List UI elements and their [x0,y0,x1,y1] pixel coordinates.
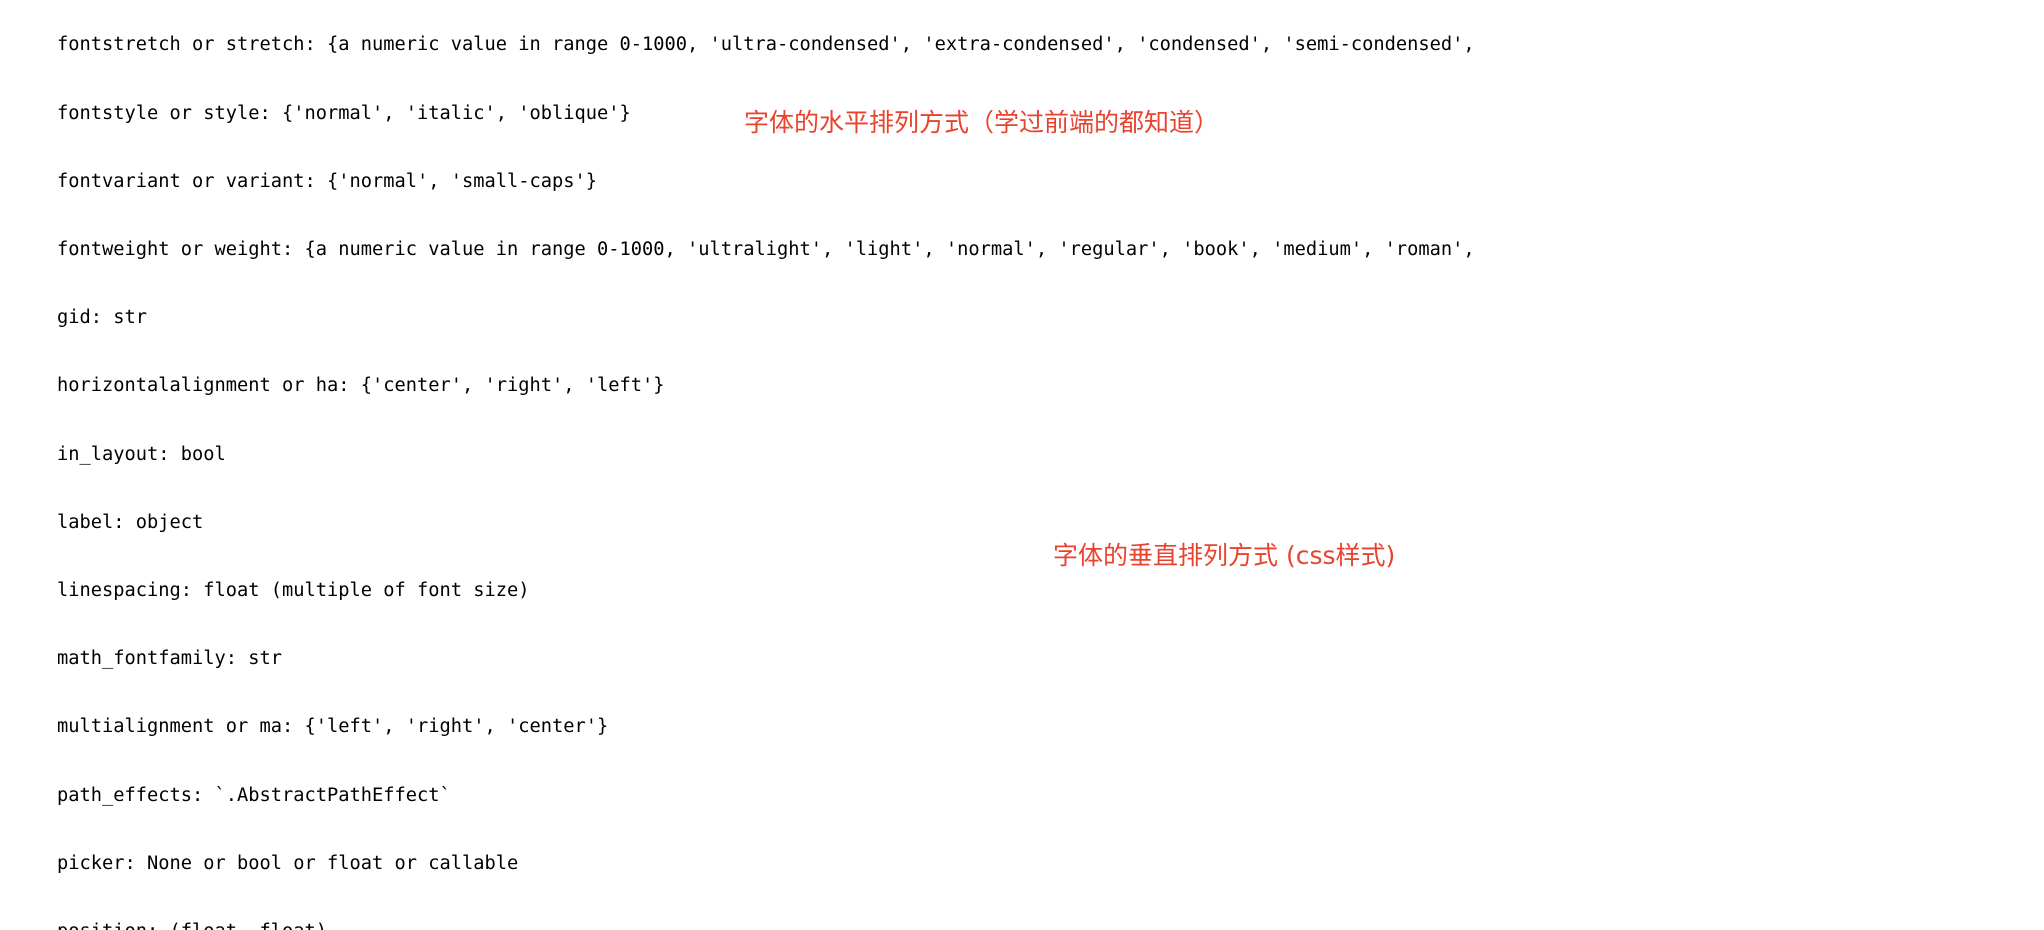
property-line: fontweight or weight: {a numeric value i… [57,239,1475,261]
text-properties-listing: fontstretch or stretch: {a numeric value… [57,0,2044,930]
property-line: in_layout: bool [57,443,226,465]
property-line: linespacing: float (multiple of font siz… [57,579,530,601]
property-line: fontvariant or variant: {'normal', 'smal… [57,170,598,192]
property-line: math_fontfamily: str [57,648,283,670]
annotation-horizontal-alignment: 字体的水平排列方式（学过前端的都知道） [744,108,1220,137]
annotation-vertical-alignment: 字体的垂直排列方式 (css样式) [1053,541,1396,570]
property-line: picker: None or bool or float or callabl… [57,852,519,874]
property-line: multialignment or ma: {'left', 'right', … [57,716,609,738]
property-line: horizontalalignment or ha: {'center', 'r… [57,375,665,397]
property-line: label: object [57,511,204,533]
property-line: gid: str [57,307,148,329]
property-line: path_effects: `.AbstractPathEffect` [57,784,451,806]
property-line: position: (float, float) [57,921,2044,930]
property-line: fontstretch or stretch: {a numeric value… [57,34,1475,56]
document-canvas: fontstretch or stretch: {a numeric value… [0,0,2044,930]
